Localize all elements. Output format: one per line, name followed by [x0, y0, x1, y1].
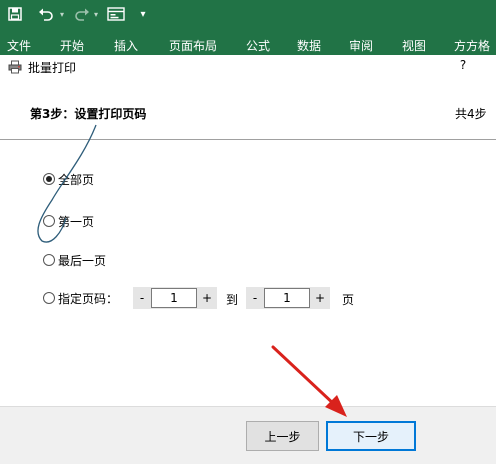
- save-icon[interactable]: [7, 5, 23, 23]
- redo-icon[interactable]: [74, 5, 90, 23]
- tab-page-layout[interactable]: 页面布局: [169, 37, 217, 54]
- dialog-title: 批量打印: [28, 61, 77, 75]
- quick-access-toolbar: ▾ ▾ ▾: [0, 0, 496, 28]
- step-title: 第3步：设置打印页码: [30, 107, 147, 121]
- option-all-pages-label: 全部页: [58, 172, 95, 187]
- page-from-increment-button[interactable]: +: [198, 287, 216, 309]
- help-button[interactable]: ?: [457, 58, 469, 72]
- next-step-button[interactable]: 下一步: [326, 421, 416, 451]
- customize-toolbar-icon[interactable]: ▾: [137, 5, 149, 23]
- header-divider: [0, 139, 496, 140]
- option-last-page[interactable]: 最后一页: [43, 251, 106, 269]
- page-to-stepper: - 1 +: [246, 287, 330, 309]
- radio-page-range[interactable]: [43, 292, 55, 304]
- page-from-decrement-button[interactable]: -: [133, 287, 151, 309]
- option-page-range[interactable]: 指定页码：: [43, 289, 118, 307]
- page-from-input[interactable]: 1: [151, 288, 197, 308]
- radio-all-pages[interactable]: [43, 173, 55, 185]
- radio-first-page[interactable]: [43, 215, 55, 227]
- page-to-increment-button[interactable]: +: [311, 287, 329, 309]
- range-page-label: 页: [342, 293, 355, 307]
- option-all-pages[interactable]: 全部页: [43, 170, 94, 188]
- option-page-range-label: 指定页码：: [58, 291, 119, 306]
- radio-last-page[interactable]: [43, 254, 55, 266]
- option-first-page[interactable]: 第一页: [43, 212, 94, 230]
- excel-ribbon: ▾ ▾ ▾ 文件 开始 插入 页面布局 公式 数据 审阅 视图 方方格: [0, 0, 496, 55]
- tab-formulas[interactable]: 公式: [246, 37, 270, 54]
- option-first-page-label: 第一页: [58, 214, 95, 229]
- dialog-footer: 上一步 下一步: [0, 406, 496, 464]
- tab-data[interactable]: 数据: [297, 37, 321, 54]
- option-last-page-label: 最后一页: [58, 253, 107, 268]
- range-to-label: 到: [226, 293, 239, 307]
- page-to-decrement-button[interactable]: -: [246, 287, 264, 309]
- step-count: 共4步: [455, 107, 487, 121]
- tab-file[interactable]: 文件: [7, 37, 31, 54]
- undo-dropdown-icon[interactable]: ▾: [58, 5, 66, 23]
- form-icon[interactable]: [106, 5, 126, 23]
- printer-icon: [8, 59, 22, 74]
- tab-review[interactable]: 审阅: [349, 37, 373, 54]
- ribbon-tabs: 文件 开始 插入 页面布局 公式 数据 审阅 视图 方方格: [0, 33, 496, 55]
- tab-insert[interactable]: 插入: [114, 37, 138, 54]
- undo-icon[interactable]: [38, 5, 54, 23]
- tab-view[interactable]: 视图: [402, 37, 426, 54]
- page-to-input[interactable]: 1: [264, 288, 310, 308]
- previous-step-button[interactable]: 上一步: [246, 421, 319, 451]
- tab-fangfangge[interactable]: 方方格: [454, 37, 490, 54]
- dialog-title-bar: 批量打印 ?: [0, 55, 496, 77]
- page-from-stepper: - 1 +: [133, 287, 217, 309]
- redo-dropdown-icon[interactable]: ▾: [92, 5, 100, 23]
- batch-print-dialog: 批量打印 ? 第3步：设置打印页码 共4步 全部页 第一页 最后一页 指定页码：…: [0, 55, 496, 464]
- tab-home[interactable]: 开始: [60, 37, 84, 54]
